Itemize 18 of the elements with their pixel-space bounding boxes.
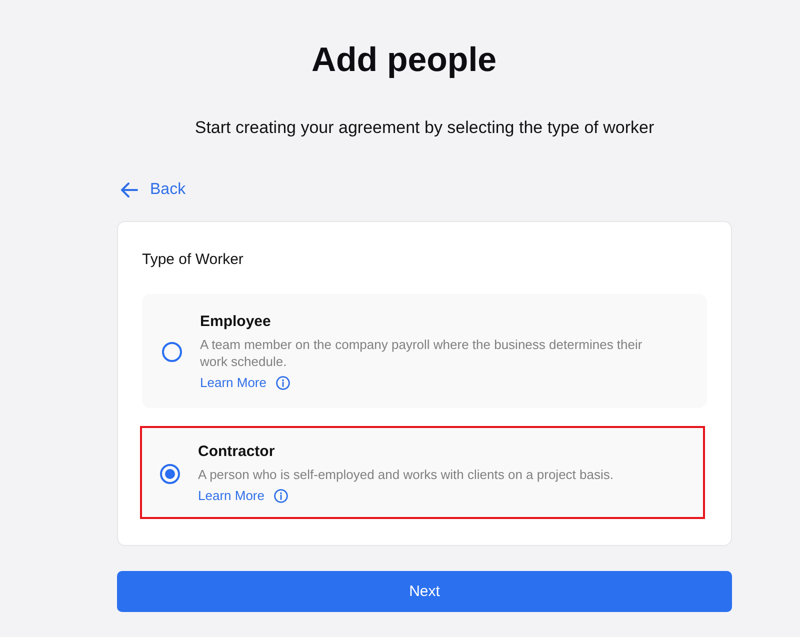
radio-button[interactable]	[160, 464, 180, 484]
worker-option[interactable]: Contractor A person who is self-employed and works with clients on a project basis. Learn More	[140, 426, 705, 519]
back-link[interactable]: Back	[120, 179, 186, 201]
option-description: A team member on the company payroll where the business determines their work schedule.	[200, 336, 644, 370]
learn-more-link[interactable]: Learn More	[198, 487, 264, 505]
section-heading: Type of Worker	[142, 250, 244, 270]
radio-button[interactable]	[162, 342, 182, 362]
page-title: Add people	[311, 40, 497, 81]
option-title: Contractor	[198, 442, 275, 462]
next-button[interactable]: Next	[117, 571, 732, 612]
page-subtitle: Start creating your agreement by selecting the type of worker	[194, 117, 654, 139]
left-arrow-icon	[120, 182, 138, 198]
option-description: A person who is self-employed and works with clients on a project basis.	[198, 466, 614, 483]
worker-option[interactable]: Employee A team member on the company payroll where the business determines their work schedule. Learn More	[142, 294, 707, 408]
learn-more-link[interactable]: Learn More	[200, 374, 266, 392]
info-icon[interactable]	[276, 376, 290, 390]
option-title: Employee	[200, 312, 271, 332]
info-icon[interactable]	[274, 489, 288, 503]
